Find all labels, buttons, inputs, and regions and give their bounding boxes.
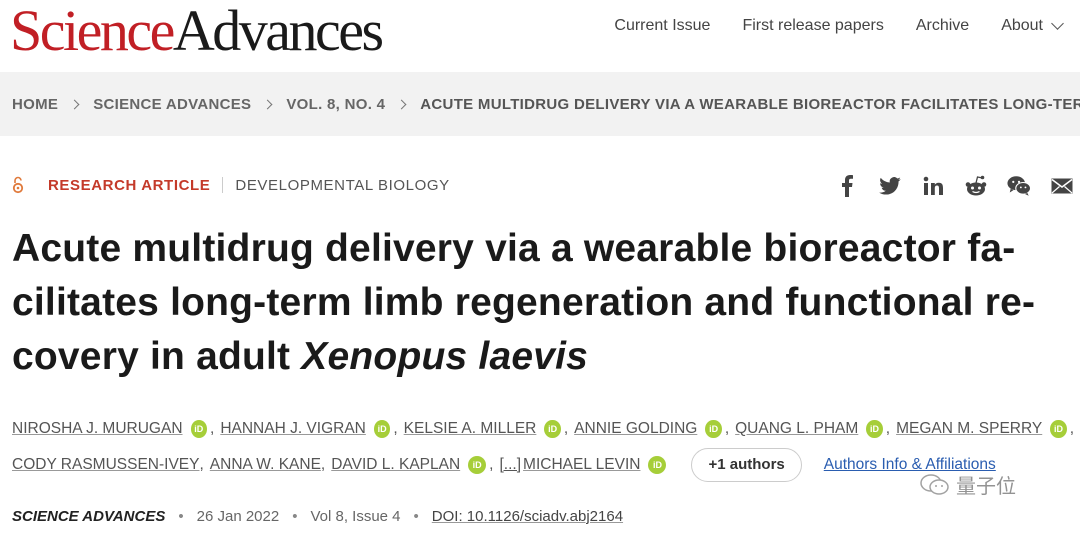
nav-first-release[interactable]: First release papers <box>742 17 883 35</box>
email-icon[interactable] <box>1050 174 1074 198</box>
more-authors-ellipsis[interactable]: [...] <box>499 447 521 483</box>
logo-science-text: Science <box>10 0 175 63</box>
comma: , <box>393 420 398 437</box>
title-line-3: covery in adult Xenopus laevis <box>12 330 1072 384</box>
article-type-row: RESEARCH ARTICLE DEVELOPMENTAL BIOLOGY <box>12 176 450 194</box>
share-toolbar <box>835 174 1074 198</box>
separator-dot: • <box>292 508 298 525</box>
orcid-icon[interactable]: iD <box>373 420 391 438</box>
title-line-3-text: covery in adult <box>12 335 302 378</box>
comma: , <box>885 420 891 437</box>
show-more-authors-button[interactable]: +1 authors <box>691 448 802 482</box>
chevron-down-icon <box>1051 17 1064 30</box>
comma: , <box>1069 420 1075 437</box>
chevron-right-icon <box>262 99 273 110</box>
author-link[interactable]: ANNIE GOLDING <box>574 411 697 447</box>
title-species-italic: Xenopus laevis <box>301 335 589 378</box>
orcid-icon[interactable]: iD <box>648 456 667 474</box>
chevron-right-icon <box>396 99 407 110</box>
wechat-icon[interactable] <box>1007 174 1031 198</box>
site-header: ScienceAdvances Current Issue First rele… <box>0 0 1080 70</box>
comma: , <box>489 456 494 473</box>
breadcrumb-journal[interactable]: SCIENCE ADVANCES <box>93 96 251 113</box>
nav-label: Current Issue <box>614 17 711 34</box>
nav-label: First release papers <box>742 17 884 34</box>
comma: , <box>210 420 215 437</box>
author-link[interactable]: HANNAH J. VIGRAN <box>220 411 366 447</box>
wechat-watermark-icon <box>920 473 949 495</box>
doi-link[interactable]: DOI: 10.1126/sciadv.abj2164 <box>432 508 623 525</box>
open-access-icon <box>12 176 24 194</box>
breadcrumb-home[interactable]: HOME <box>12 96 58 113</box>
watermark: 量子位 <box>920 470 1016 499</box>
orcid-icon[interactable]: iD <box>468 456 487 474</box>
science-advances-logo[interactable]: ScienceAdvances <box>10 0 384 66</box>
author-link[interactable]: DAVID L. KAPLAN <box>331 447 460 483</box>
author-link[interactable]: MEGAN M. SPERRY <box>896 411 1042 447</box>
watermark-text: 量子位 <box>956 476 1016 498</box>
article-type-badge: RESEARCH ARTICLE <box>48 176 211 194</box>
author-link[interactable]: CODY RASMUSSEN-IVEY <box>12 447 199 483</box>
orcid-icon[interactable]: iD <box>1050 420 1067 438</box>
article-subject[interactable]: DEVELOPMENTAL BIOLOGY <box>235 177 449 194</box>
separator-dot: • <box>413 508 419 525</box>
nav-current-issue[interactable]: Current Issue <box>614 17 710 35</box>
comma: , <box>320 456 326 473</box>
comma: , <box>199 456 204 473</box>
twitter-icon[interactable] <box>878 174 902 198</box>
author-link[interactable]: ANNA W. KANE <box>210 447 321 483</box>
nav-label: About <box>1001 17 1043 34</box>
nav-about[interactable]: About <box>1001 17 1064 35</box>
comma: , <box>724 420 730 437</box>
nav-label: Archive <box>915 17 970 34</box>
comma: , <box>563 420 569 437</box>
issue-info: Vol 8, Issue 4 <box>310 508 401 525</box>
divider <box>222 177 224 193</box>
author-row: NIROSHA J. MURUGAN iD, HANNAH J. VIGRAN iD… <box>12 411 1080 447</box>
logo-advances-text: Advances <box>172 0 384 63</box>
author-link[interactable]: KELSIE A. MILLER <box>404 411 537 447</box>
title-line-1: Acute multidrug delivery via a wearable … <box>12 227 1016 270</box>
orcid-icon[interactable]: iD <box>866 420 883 438</box>
reddit-icon[interactable] <box>964 174 988 198</box>
pub-date: 26 Jan 2022 <box>196 508 280 525</box>
chevron-right-icon <box>69 99 80 110</box>
author-link[interactable]: NIROSHA J. MURUGAN <box>12 411 183 447</box>
orcid-icon[interactable]: iD <box>544 420 561 438</box>
breadcrumb-issue[interactable]: VOL. 8, NO. 4 <box>286 96 385 113</box>
article-meta: SCIENCE ADVANCES • 26 Jan 2022 • Vol 8, … <box>12 508 623 525</box>
breadcrumb: HOME SCIENCE ADVANCES VOL. 8, NO. 4 ACUT… <box>12 96 1080 113</box>
separator-dot: • <box>178 508 184 525</box>
title-line-2: cilitates long-term limb regeneration an… <box>12 281 1036 324</box>
nav-archive[interactable]: Archive <box>916 17 969 35</box>
article-title: Acute multidrug delivery via a wearable … <box>12 222 1072 384</box>
breadcrumb-article: ACUTE MULTIDRUG DELIVERY VIA A WEARABLE … <box>420 96 1080 113</box>
facebook-icon[interactable] <box>835 174 859 198</box>
linkedin-icon[interactable] <box>921 174 945 198</box>
orcid-icon[interactable]: iD <box>705 420 722 438</box>
journal-name: SCIENCE ADVANCES <box>12 508 166 525</box>
main-nav: Current Issue First release papers Archi… <box>614 17 1064 35</box>
breadcrumb-bar: HOME SCIENCE ADVANCES VOL. 8, NO. 4 ACUT… <box>0 72 1080 136</box>
orcid-icon[interactable]: iD <box>190 420 207 438</box>
author-link[interactable]: MICHAEL LEVIN <box>523 447 640 483</box>
author-link[interactable]: QUANG L. PHAM <box>735 411 858 447</box>
